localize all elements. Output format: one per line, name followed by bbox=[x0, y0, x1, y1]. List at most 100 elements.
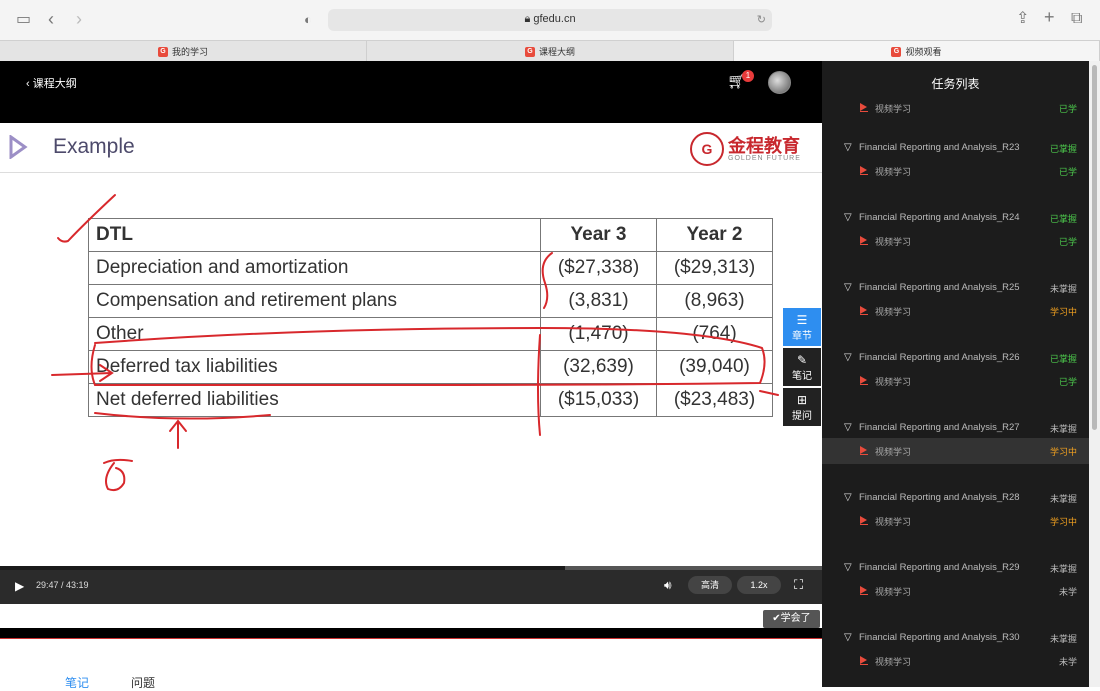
brand-name-cn: 金程教育 bbox=[728, 135, 800, 156]
triangle-down-icon: ▽ bbox=[844, 632, 852, 643]
panel-title: 任务列表 bbox=[931, 77, 980, 91]
side-tools: ☰ 章节 ✎ 笔记 ⊞ 提问 bbox=[783, 308, 821, 428]
chapter-row[interactable]: ▽ Financial Reporting and Analysis_R24 已掌握 bbox=[822, 208, 1089, 228]
chapter-row[interactable]: ▽ Financial Reporting and Analysis_R26 已掌握 bbox=[822, 348, 1089, 368]
lesson-item[interactable]: 视频学习 已学 bbox=[822, 95, 1089, 121]
tab-my-learning[interactable]: G 我的学习 bbox=[0, 41, 367, 62]
progress-bar[interactable] bbox=[0, 566, 822, 570]
scrollbar[interactable] bbox=[1089, 61, 1100, 687]
chapter-status: 已掌握 bbox=[1049, 144, 1077, 154]
triangle-down-icon: ▽ bbox=[844, 422, 852, 433]
up-arrow-annotation bbox=[169, 419, 187, 449]
lesson-status: 学习中 bbox=[1049, 307, 1077, 317]
video-icon bbox=[860, 586, 868, 595]
ask-question-button[interactable]: ⊞ 提问 bbox=[783, 388, 821, 426]
chevron-left-icon: ‹ bbox=[26, 78, 30, 90]
triangle-down-icon: ▽ bbox=[844, 282, 852, 293]
reload-icon[interactable]: ↻ bbox=[757, 13, 766, 26]
scroll-thumb[interactable] bbox=[1092, 65, 1097, 430]
share-icon[interactable]: ⇪ bbox=[1016, 11, 1029, 27]
tab-bar: G 我的学习 G 课程大纲 G 视频观看 bbox=[0, 40, 1100, 62]
bottom-tabs: 笔记 问题 bbox=[0, 639, 822, 690]
tab-questions[interactable]: 问题 bbox=[131, 674, 155, 691]
table-cell: (39,040) bbox=[656, 350, 773, 384]
video-icon bbox=[860, 103, 868, 112]
tab-video-watch[interactable]: G 视频观看 bbox=[734, 41, 1100, 62]
brand-name-en: GOLDEN FUTURE bbox=[728, 154, 801, 162]
slide-title: Example bbox=[53, 135, 135, 158]
tab-course-outline[interactable]: G 课程大纲 bbox=[367, 41, 734, 62]
lesson-item[interactable]: 视频学习 已学 bbox=[822, 368, 1089, 394]
table-cell: ($29,313) bbox=[656, 251, 773, 285]
lesson-item[interactable]: 视频学习 学习中 bbox=[822, 508, 1089, 534]
table-row: Deferred tax liabilities (32,639) (39,04… bbox=[88, 350, 773, 384]
lesson-status: 未学 bbox=[1058, 587, 1077, 597]
table-cell: (1,470) bbox=[540, 317, 657, 351]
chapter-row[interactable]: ▽ Financial Reporting and Analysis_R29 未掌握 bbox=[822, 558, 1089, 578]
back-to-outline-link[interactable]: ‹ 课程大纲 bbox=[26, 75, 77, 91]
forward-icon[interactable]: › bbox=[76, 10, 82, 28]
chapter-name: Financial Reporting and Analysis_R28 bbox=[859, 492, 1020, 503]
lock-icon: 🔒︎ bbox=[524, 13, 531, 25]
address-bar[interactable]: 🔒︎ gfedu.cn ↻ bbox=[328, 9, 772, 31]
lesson-label: 视频学习 bbox=[875, 587, 912, 597]
chapter-row[interactable]: ▽ Financial Reporting and Analysis_R28 未掌握 bbox=[822, 488, 1089, 508]
slide-header: Example G 金程教育 GOLDEN FUTURE bbox=[0, 123, 822, 173]
lesson-item[interactable]: 视频学习 已学 bbox=[822, 228, 1089, 254]
new-tab-icon[interactable]: + bbox=[1044, 8, 1055, 26]
triangle-down-icon: ▽ bbox=[844, 142, 852, 153]
lesson-item[interactable]: 视频学习 学习中 bbox=[822, 298, 1089, 324]
lesson-status: 未学 bbox=[1058, 657, 1077, 667]
chapter-row[interactable]: ▽ Financial Reporting and Analysis_R23 已掌握 bbox=[822, 138, 1089, 158]
tab-overview-icon[interactable]: ⧉ bbox=[1071, 11, 1082, 27]
chapter-name: Financial Reporting and Analysis_R25 bbox=[859, 282, 1020, 293]
back-icon[interactable]: ‹ bbox=[48, 10, 54, 28]
table-cell: Deferred tax liabilities bbox=[88, 350, 541, 384]
video-frame[interactable]: Example G 金程教育 GOLDEN FUTURE DTL Year 3 … bbox=[0, 123, 822, 628]
tab-notes[interactable]: 笔记 bbox=[65, 674, 89, 691]
sidebar-toggle-icon[interactable]: ▭ bbox=[16, 12, 31, 28]
table-cell: ($27,338) bbox=[540, 251, 657, 285]
table-cell: (32,639) bbox=[540, 350, 657, 384]
chapter-name: Financial Reporting and Analysis_R24 bbox=[859, 212, 1020, 223]
chapter-name: Financial Reporting and Analysis_R30 bbox=[859, 632, 1020, 643]
chapter-row[interactable]: ▽ Financial Reporting and Analysis_R30 未掌握 bbox=[822, 628, 1089, 648]
lesson-item[interactable]: 视频学习 学习中 bbox=[822, 438, 1089, 464]
volume-icon[interactable]: 🔊︎ bbox=[664, 578, 672, 593]
lesson-item[interactable]: 视频学习 已学 bbox=[822, 158, 1089, 184]
table-cell: ($15,033) bbox=[540, 383, 657, 417]
mark-learned-button[interactable]: ✔学会了 bbox=[763, 610, 820, 628]
table-row: Depreciation and amortization ($27,338) … bbox=[88, 251, 773, 285]
cart-badge: 1 bbox=[742, 70, 754, 82]
lesson-label: 视频学习 bbox=[875, 167, 912, 177]
lesson-label: 视频学习 bbox=[875, 377, 912, 387]
fullscreen-icon[interactable]: ⛶ bbox=[794, 577, 803, 593]
url-text: gfedu.cn bbox=[533, 13, 576, 25]
video-player: ‹ 课程大纲 🛒︎ 1 Example G 金程教育 GOLDEN FUTURE… bbox=[0, 61, 822, 639]
chapters-button[interactable]: ☰ 章节 bbox=[783, 308, 821, 346]
table-header-row: DTL Year 3 Year 2 bbox=[88, 218, 773, 252]
play-icon[interactable]: ▶ bbox=[15, 579, 24, 593]
lesson-item[interactable]: 视频学习 未学 bbox=[822, 578, 1089, 604]
speed-button[interactable]: 1.2x bbox=[737, 576, 781, 594]
chapter-row[interactable]: ▽ Financial Reporting and Analysis_R25 未掌握 bbox=[822, 278, 1089, 298]
table-header: Year 3 bbox=[540, 218, 657, 252]
quality-button[interactable]: 高清 bbox=[688, 576, 732, 594]
triangle-down-icon: ▽ bbox=[844, 492, 852, 503]
notes-button[interactable]: ✎ 笔记 bbox=[783, 348, 821, 386]
lesson-label: 视频学习 bbox=[875, 237, 912, 247]
table-row: Compensation and retirement plans (3,831… bbox=[88, 284, 773, 318]
video-icon bbox=[860, 656, 868, 665]
progress-fill bbox=[0, 566, 565, 570]
dtl-table: DTL Year 3 Year 2 Depreciation and amort… bbox=[88, 218, 773, 417]
avatar[interactable] bbox=[768, 71, 791, 94]
shield-icon[interactable]: ◐ bbox=[304, 12, 312, 28]
lesson-status: 学习中 bbox=[1049, 447, 1077, 457]
table-cell: (8,963) bbox=[656, 284, 773, 318]
lesson-status: 学习中 bbox=[1049, 517, 1077, 527]
table-header: Year 2 bbox=[656, 218, 773, 252]
video-icon bbox=[860, 166, 868, 175]
lesson-item[interactable]: 视频学习 未学 bbox=[822, 648, 1089, 674]
video-icon bbox=[860, 516, 868, 525]
chapter-row[interactable]: ▽ Financial Reporting and Analysis_R27 未掌握 bbox=[822, 418, 1089, 438]
